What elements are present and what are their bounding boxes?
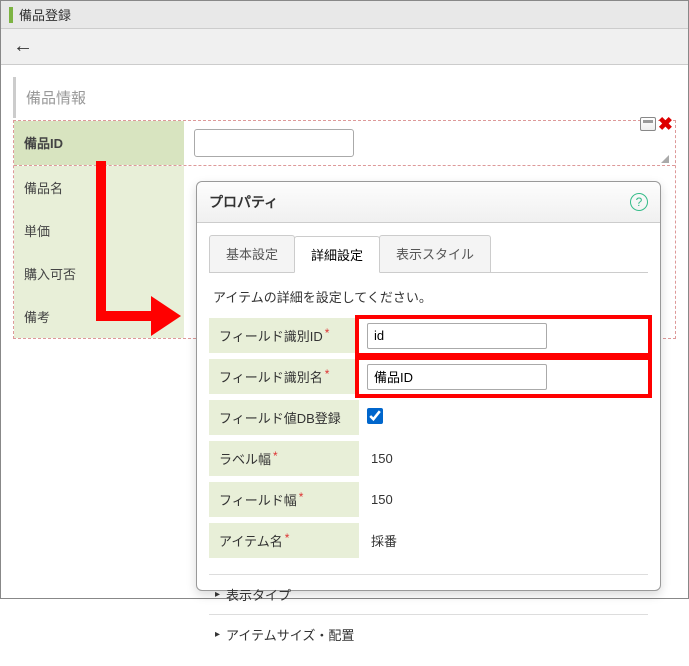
prop-field-field-id xyxy=(359,319,648,353)
prop-field-field-name xyxy=(359,360,648,394)
property-panel: プロパティ ? 基本設定 詳細設定 表示スタイル アイテムの詳細を設定してくださ… xyxy=(196,181,661,591)
prop-label-field-width: フィールド幅* xyxy=(209,482,359,517)
panel-body: 基本設定 詳細設定 表示スタイル アイテムの詳細を設定してください。 フィールド… xyxy=(197,223,660,666)
accordion-display-type[interactable]: ▸ 表示タイプ xyxy=(209,574,648,614)
id-input[interactable] xyxy=(194,129,354,157)
row-field-id xyxy=(184,121,675,165)
header-accent xyxy=(9,7,13,23)
row-label-purchasable: 購入可否 xyxy=(14,252,184,295)
form-row-id[interactable]: 備品ID xyxy=(14,121,675,166)
tab-bar: 基本設定 詳細設定 表示スタイル xyxy=(209,235,648,273)
item-name-value: 採番 xyxy=(367,534,397,549)
tab-basic[interactable]: 基本設定 xyxy=(209,235,295,272)
prop-label-field-width-text: フィールド幅 xyxy=(219,493,297,508)
prop-label-field-id-text: フィールド識別ID xyxy=(219,329,323,344)
help-icon[interactable]: ? xyxy=(630,193,648,211)
page-title: 備品登録 xyxy=(19,5,71,24)
prop-label-field-name-text: フィールド識別名 xyxy=(219,370,323,385)
prop-label-label-width-text: ラベル幅 xyxy=(219,452,271,467)
prop-row-field-id: フィールド識別ID* xyxy=(209,318,648,353)
required-mark: * xyxy=(273,449,278,463)
tab-description: アイテムの詳細を設定してください。 xyxy=(209,273,648,318)
accordion-item-size-label: アイテムサイズ・配置 xyxy=(226,625,354,644)
app-header: 備品登録 xyxy=(1,1,688,29)
required-mark: * xyxy=(325,326,330,340)
prop-row-field-width: フィールド幅* 150 xyxy=(209,482,648,517)
required-mark: * xyxy=(325,367,330,381)
required-mark: * xyxy=(299,490,304,504)
prop-row-label-width: ラベル幅* 150 xyxy=(209,441,648,476)
back-arrow-icon[interactable]: ← xyxy=(13,35,33,58)
prop-field-item-name: 採番 xyxy=(359,527,648,554)
row-label-price: 単価 xyxy=(14,209,184,252)
tab-detail[interactable]: 詳細設定 xyxy=(294,236,380,273)
row-label-remarks: 備考 xyxy=(14,295,184,338)
panel-title: プロパティ xyxy=(209,192,278,212)
field-width-value: 150 xyxy=(367,492,393,507)
prop-label-label-width: ラベル幅* xyxy=(209,441,359,476)
toolbar: ← xyxy=(1,29,688,65)
side-labels: 備品名 単価 購入可否 備考 xyxy=(14,166,184,338)
form-row-remarks[interactable]: 備考 xyxy=(14,295,184,338)
tab-style[interactable]: 表示スタイル xyxy=(379,235,491,272)
accordion-item-size[interactable]: ▸ アイテムサイズ・配置 xyxy=(209,614,648,654)
prop-row-item-name: アイテム名* 採番 xyxy=(209,523,648,558)
db-reg-checkbox[interactable] xyxy=(367,408,383,424)
triangle-right-icon: ▸ xyxy=(215,629,220,640)
required-mark: * xyxy=(285,531,290,545)
section-title: 備品情報 xyxy=(13,77,676,118)
prop-field-field-width: 150 xyxy=(359,488,648,511)
prop-row-db-reg: フィールド値DB登録 xyxy=(209,400,648,435)
panel-header: プロパティ ? xyxy=(197,182,660,223)
field-name-input[interactable] xyxy=(367,364,547,390)
label-width-value: 150 xyxy=(367,451,393,466)
prop-label-field-id: フィールド識別ID* xyxy=(209,318,359,353)
row-label-name: 備品名 xyxy=(14,166,184,209)
form-row-name[interactable]: 備品名 xyxy=(14,166,184,209)
prop-label-field-name: フィールド識別名* xyxy=(209,359,359,394)
form-row-purchasable[interactable]: 購入可否 xyxy=(14,252,184,295)
accordion-display-type-label: 表示タイプ xyxy=(226,585,291,604)
triangle-right-icon: ▸ xyxy=(215,589,220,600)
form-row-price[interactable]: 単価 xyxy=(14,209,184,252)
prop-label-db-reg: フィールド値DB登録 xyxy=(209,400,359,435)
prop-field-label-width: 150 xyxy=(359,447,648,470)
prop-label-item-name: アイテム名* xyxy=(209,523,359,558)
prop-field-db-reg xyxy=(359,404,648,431)
resize-handle-icon[interactable] xyxy=(659,153,669,163)
row-label-id: 備品ID xyxy=(14,121,184,165)
prop-row-field-name: フィールド識別名* xyxy=(209,359,648,394)
field-id-input[interactable] xyxy=(367,323,547,349)
prop-label-item-name-text: アイテム名 xyxy=(219,534,283,549)
